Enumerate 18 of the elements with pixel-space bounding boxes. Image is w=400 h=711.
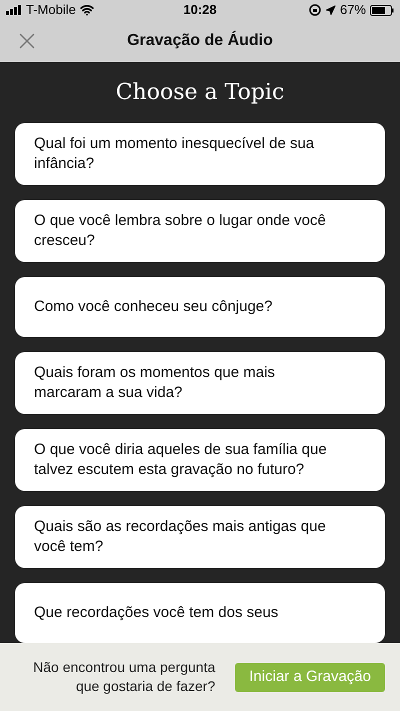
topic-card[interactable]: Qual foi um momento inesquecível de sua infância? xyxy=(15,123,385,185)
wifi-icon xyxy=(80,3,94,17)
battery-icon xyxy=(370,4,394,16)
topic-card[interactable]: Como você conheceu seu cônjuge? xyxy=(15,277,385,337)
lock-rotation-icon xyxy=(308,4,321,16)
footer-prompt: Não encontrou uma pergunta que gostaria de fazer? xyxy=(32,658,216,696)
topic-card[interactable]: O que você diria aqueles de sua família que talvez escutem esta gravação no futuro? xyxy=(15,429,385,491)
topic-card[interactable]: Quais são as recordações mais antigas que você tem? xyxy=(15,506,385,568)
carrier-name: T-Mobile xyxy=(26,1,76,20)
clock-time: 10:28 xyxy=(183,1,217,20)
topic-card[interactable]: Quais foram os momentos que mais marcaram a sua vida? xyxy=(15,352,385,414)
battery-percent: 67% xyxy=(340,1,366,20)
topic-card[interactable]: O que você lembra sobre o lugar onde você cresceu? xyxy=(15,200,385,262)
topic-card[interactable]: Que recordações você tem dos seus xyxy=(15,583,385,643)
screen-title: Gravação de Áudio xyxy=(127,30,273,51)
signal-icon xyxy=(6,5,22,15)
page-heading: Choose a Topic xyxy=(116,79,284,107)
location-icon xyxy=(324,4,336,16)
